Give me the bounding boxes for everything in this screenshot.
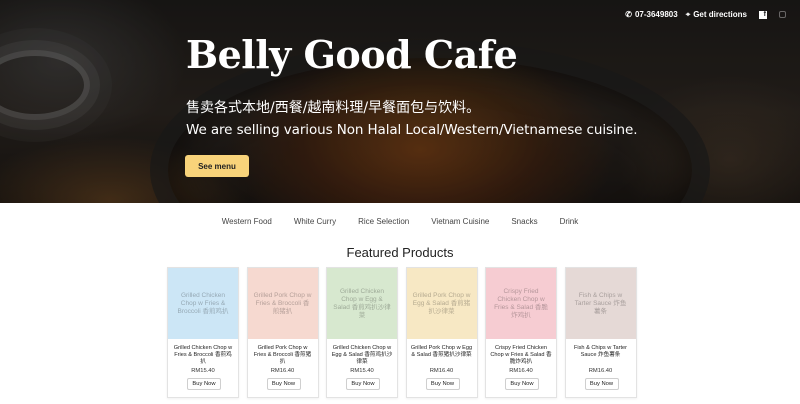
- category-nav: Western Food White Curry Rice Selection …: [0, 217, 800, 226]
- buy-now-button[interactable]: Buy Now: [584, 378, 619, 390]
- nav-western-food[interactable]: Western Food: [222, 217, 272, 226]
- product-card[interactable]: Grilled Chicken Chop w Egg & Salad 香煎鸡扒沙…: [326, 267, 398, 398]
- product-card[interactable]: Crispy Fried Chicken Chop w Fries & Sala…: [485, 267, 557, 398]
- nav-white-curry[interactable]: White Curry: [294, 217, 336, 226]
- product-name[interactable]: Crispy Fried Chicken Chop w Fries & Sala…: [486, 345, 556, 366]
- product-image[interactable]: Grilled Pork Chop w Fries & Broccoli 香煎猪…: [247, 268, 318, 339]
- buy-now-button[interactable]: Buy Now: [505, 378, 539, 390]
- nav-drink[interactable]: Drink: [560, 217, 579, 226]
- nav-rice-selection[interactable]: Rice Selection: [358, 217, 409, 226]
- buy-now-button[interactable]: Buy Now: [425, 378, 460, 390]
- featured-products-list: Grilled Chicken Chop w Fries & Broccoli …: [167, 267, 637, 398]
- product-card[interactable]: Grilled Chicken Chop w Fries & Broccoli …: [167, 267, 239, 398]
- instagram-icon[interactable]: [779, 11, 786, 18]
- buy-now-button[interactable]: Buy Now: [266, 378, 301, 390]
- hero-subtitle-chinese: 售卖各式本地/西餐/越南料理/早餐面包与饮料。: [186, 100, 481, 116]
- product-price: RM16.40: [588, 368, 613, 374]
- product-card[interactable]: Fish & Chips w Tarter Sauce 炸鱼薯条 Fish & …: [564, 267, 637, 398]
- product-name[interactable]: Fish & Chips w Tarter Sauce 炸鱼薯条: [566, 345, 636, 359]
- product-price: RM15.40: [191, 368, 215, 374]
- product-image[interactable]: Fish & Chips w Tarter Sauce 炸鱼薯条: [565, 268, 636, 339]
- facebook-icon[interactable]: f: [759, 10, 767, 19]
- nav-snacks[interactable]: Snacks: [511, 217, 537, 226]
- phone-number: 07-3649803: [634, 10, 678, 19]
- product-card[interactable]: Grilled Pork Chop w Egg & Salad 香煎猪扒沙律菜 …: [405, 267, 478, 398]
- hero-title: Belly Good Cafe: [186, 32, 518, 77]
- nav-vietnam-cuisine[interactable]: Vietnam Cuisine: [431, 217, 489, 226]
- product-image[interactable]: Grilled Chicken Chop w Fries & Broccoli …: [168, 268, 238, 339]
- product-image[interactable]: Grilled Pork Chop w Egg & Salad 香煎猪扒沙律菜: [406, 268, 477, 339]
- product-price: RM16.40: [509, 368, 533, 374]
- directions-label: Get directions: [693, 10, 747, 19]
- see-menu-button[interactable]: See menu: [185, 155, 249, 177]
- product-image[interactable]: Grilled Chicken Chop w Egg & Salad 香煎鸡扒沙…: [327, 268, 397, 339]
- featured-products-heading: Featured Products: [346, 245, 454, 260]
- directions-link[interactable]: ⌖ Get directions: [686, 10, 747, 19]
- product-name[interactable]: Grilled Chicken Chop w Egg & Salad 香煎鸡扒沙…: [327, 345, 397, 366]
- top-contact-bar: ✆ 07-3649803 ⌖ Get directions f: [625, 10, 786, 19]
- hero-banner: ✆ 07-3649803 ⌖ Get directions f Belly Go…: [0, 0, 800, 203]
- product-price: RM16.40: [270, 368, 295, 374]
- buy-now-button[interactable]: Buy Now: [187, 378, 221, 390]
- product-image[interactable]: Crispy Fried Chicken Chop w Fries & Sala…: [486, 268, 556, 339]
- product-name[interactable]: Grilled Pork Chop w Egg & Salad 香煎猪扒沙律菜: [407, 345, 477, 359]
- buy-now-button[interactable]: Buy Now: [346, 378, 380, 390]
- product-price: RM16.40: [429, 368, 454, 374]
- phone-link[interactable]: ✆ 07-3649803: [625, 10, 677, 19]
- product-card[interactable]: Grilled Pork Chop w Fries & Broccoli 香煎猪…: [246, 267, 319, 398]
- hero-subtitle-english: We are selling various Non Halal Local/W…: [186, 122, 638, 138]
- phone-icon: ✆: [625, 9, 632, 19]
- product-name[interactable]: Grilled Pork Chop w Fries & Broccoli 香煎猪…: [248, 345, 318, 366]
- product-price: RM15.40: [350, 368, 374, 374]
- product-name[interactable]: Grilled Chicken Chop w Fries & Broccoli …: [168, 345, 238, 366]
- map-pin-icon: ⌖: [685, 9, 691, 19]
